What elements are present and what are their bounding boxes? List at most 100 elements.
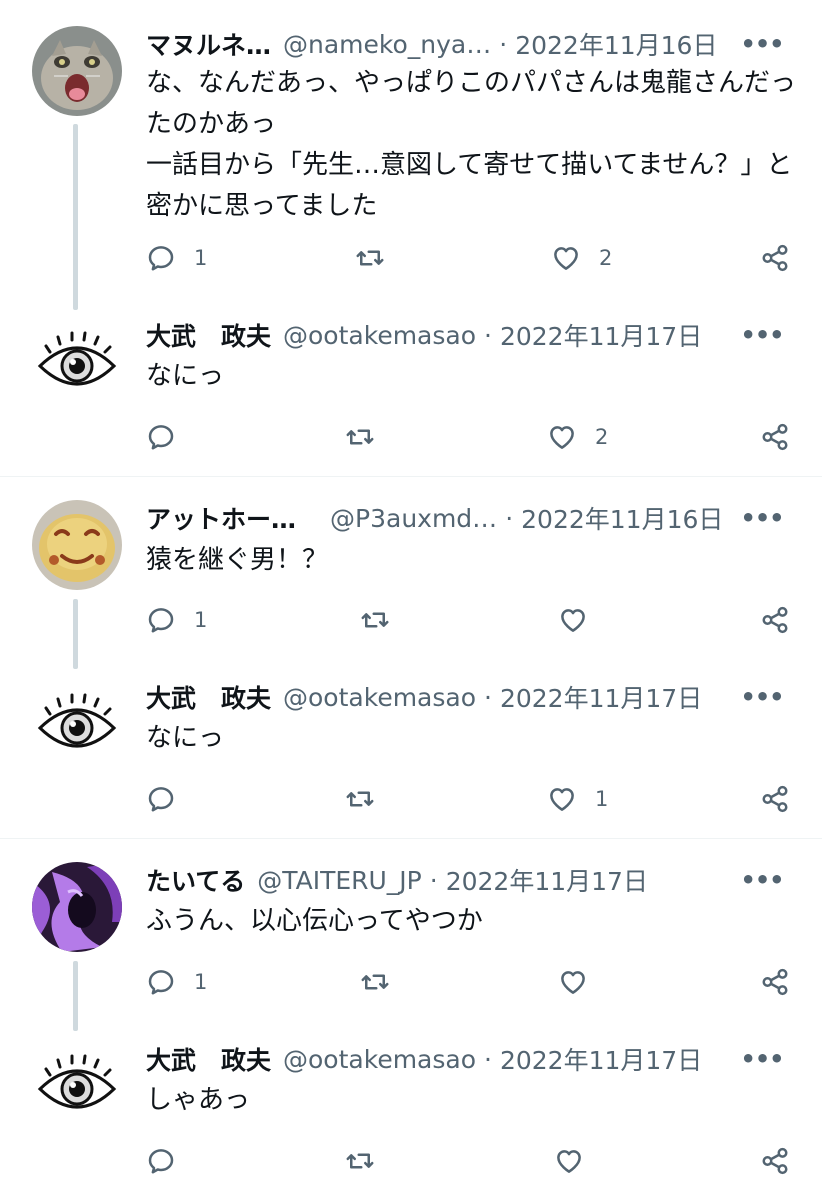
reply-icon (146, 784, 176, 814)
retweet-button[interactable] (345, 1141, 393, 1181)
like-icon (558, 605, 588, 635)
more-icon[interactable]: ••• (740, 498, 784, 538)
tweet-text: 猿を継ぐ男！？ (146, 545, 329, 575)
retweet-button[interactable] (345, 417, 393, 457)
more-icon[interactable]: ••• (740, 1039, 784, 1079)
tweet-date[interactable]: 2022年11月17日 (500, 1041, 702, 1077)
retweet-icon (345, 422, 375, 452)
tweet-text: なにっ (146, 723, 225, 753)
reply-button[interactable] (146, 417, 194, 457)
user-handle[interactable]: @TAITERU_JP (257, 866, 422, 895)
more-icon[interactable]: ••• (740, 24, 784, 64)
like-button[interactable]: 2 (547, 417, 608, 457)
retweet-icon (345, 1146, 375, 1176)
reply-icon (146, 1146, 176, 1176)
tweet-text: な、なんだあっ、やっぱりこのパパさんは鬼龍さんだったのかあっ 一話目から「先生…… (146, 68, 797, 221)
like-count: 2 (599, 246, 613, 270)
reply-count: 1 (194, 970, 208, 994)
display-name[interactable]: たいてる (146, 862, 245, 898)
retweet-button[interactable] (360, 962, 408, 1002)
like-button[interactable]: 2 (551, 238, 612, 278)
bread-photo-avatar[interactable] (32, 500, 122, 590)
tweet-date[interactable]: 2022年11月17日 (446, 862, 648, 898)
display-name[interactable]: 大武 政夫 (146, 1041, 271, 1077)
tweet-actions: 1 (0, 962, 822, 1002)
reply-button[interactable] (146, 779, 194, 819)
share-button[interactable] (760, 238, 790, 278)
like-count: 1 (595, 787, 609, 811)
like-icon (554, 1146, 584, 1176)
thread-line (73, 124, 78, 310)
tweet-actions: 1 (0, 779, 822, 819)
tweet-actions: 1 2 (0, 238, 822, 278)
tweet-date[interactable]: 2022年11月17日 (500, 317, 702, 353)
eye-avatar[interactable] (32, 1045, 122, 1135)
retweet-icon (345, 784, 375, 814)
like-icon (547, 784, 577, 814)
share-button[interactable] (760, 962, 790, 1002)
user-handle[interactable]: @nameko_nya… (283, 30, 491, 59)
eye-avatar[interactable] (32, 684, 122, 774)
tweet-text: しゃあっ (146, 1085, 251, 1115)
like-button[interactable]: 1 (547, 779, 608, 819)
like-button[interactable] (558, 600, 606, 640)
reply-count: 1 (194, 246, 208, 270)
more-icon[interactable]: ••• (740, 860, 784, 900)
tweet-text: なにっ (146, 361, 225, 391)
reply-icon (146, 243, 176, 273)
tweet-actions: 1 (0, 600, 822, 640)
user-handle[interactable]: @ootakemasao (283, 683, 476, 712)
tweet-header: 大武 政夫 @ootakemasao · 2022年11月17日 ••• (146, 1039, 785, 1079)
reply-button[interactable] (146, 1141, 194, 1181)
share-icon (760, 967, 790, 997)
reply-button[interactable]: 1 (146, 238, 207, 278)
share-button[interactable] (760, 600, 790, 640)
tweet-date[interactable]: 2022年11月17日 (500, 679, 702, 715)
display-name[interactable]: マヌルネ… (146, 26, 271, 62)
retweet-button[interactable] (360, 600, 408, 640)
tweet-actions (0, 1141, 822, 1181)
cat-photo-avatar[interactable] (32, 26, 122, 116)
like-icon (551, 243, 581, 273)
share-icon (760, 422, 790, 452)
tweet-actions: 2 (0, 417, 822, 457)
user-handle[interactable]: @P3auxmd… (330, 504, 497, 533)
tweet-date[interactable]: 2022年11月16日 (515, 26, 717, 62)
display-name[interactable]: 大武 政夫 (146, 679, 271, 715)
like-button[interactable] (558, 962, 606, 1002)
share-icon (760, 605, 790, 635)
reply-icon (146, 967, 176, 997)
display-name[interactable]: アットホー… (146, 500, 296, 536)
user-handle[interactable]: @ootakemasao (283, 1045, 476, 1074)
retweet-button[interactable] (345, 779, 393, 819)
retweet-icon (360, 605, 390, 635)
divider (0, 838, 822, 839)
tweet-header: 大武 政夫 @ootakemasao · 2022年11月17日 ••• (146, 677, 785, 717)
tweet-header: 大武 政夫 @ootakemasao · 2022年11月17日 ••• (146, 315, 785, 355)
eye-avatar[interactable] (32, 322, 122, 412)
share-button[interactable] (760, 1141, 790, 1181)
retweet-button[interactable] (355, 238, 403, 278)
separator: · (499, 29, 508, 59)
reply-button[interactable]: 1 (146, 962, 207, 1002)
reply-icon (146, 422, 176, 452)
share-button[interactable] (760, 779, 790, 819)
reply-icon (146, 605, 176, 635)
more-icon[interactable]: ••• (740, 677, 784, 717)
more-icon[interactable]: ••• (740, 315, 784, 355)
share-button[interactable] (760, 417, 790, 457)
display-name[interactable]: 大武 政夫 (146, 317, 271, 353)
user-handle[interactable]: @ootakemasao (283, 321, 476, 350)
divider (0, 476, 822, 477)
like-button[interactable] (554, 1141, 602, 1181)
retweet-icon (355, 243, 385, 273)
tweet-header: マヌルネ… @nameko_nya… · 2022年11月16日 ••• (146, 24, 785, 64)
reply-button[interactable]: 1 (146, 600, 207, 640)
tweet-date[interactable]: 2022年11月16日 (521, 500, 723, 536)
separator: · (484, 320, 492, 350)
separator: · (484, 682, 492, 712)
purple-photo-avatar[interactable] (32, 862, 122, 952)
separator: · (484, 1044, 492, 1074)
retweet-icon (360, 967, 390, 997)
share-icon (760, 784, 790, 814)
